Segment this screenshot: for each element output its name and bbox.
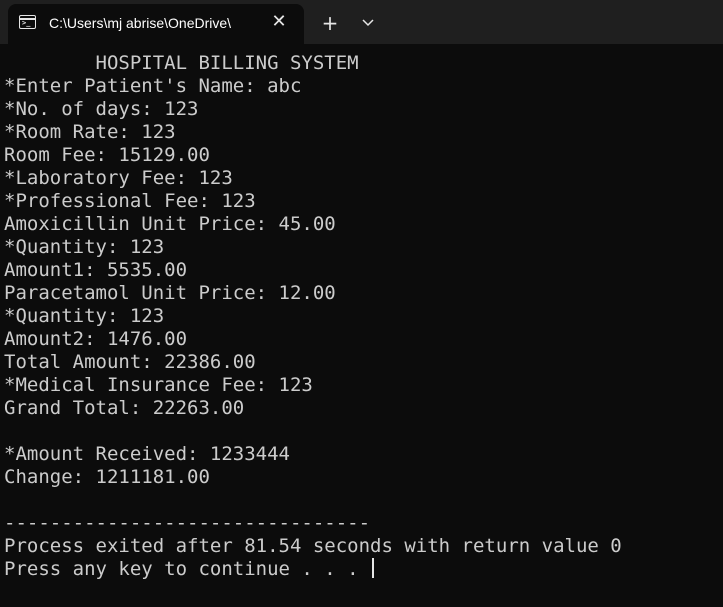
console-line: Paracetamol Unit Price: 12.00 (4, 282, 336, 304)
console-line: *Medical Insurance Fee: 123 (4, 374, 313, 396)
tab-title: C:\Users\mj abrise\OneDrive\ (49, 15, 232, 31)
console-line: Amoxicillin Unit Price: 45.00 (4, 213, 336, 235)
chevron-down-icon (362, 19, 374, 27)
console-line: *Room Rate: 123 (4, 121, 176, 143)
new-tab-button[interactable]: + (316, 10, 344, 36)
console-line: Amount1: 5535.00 (4, 259, 188, 281)
console-line: Process exited after 81.54 seconds with … (4, 535, 622, 557)
console-line: *Quantity: 123 (4, 305, 165, 327)
console-line: *Quantity: 123 (4, 236, 165, 258)
text-cursor (372, 558, 375, 578)
console-output[interactable]: HOSPITAL BILLING SYSTEM *Enter Patient's… (0, 52, 723, 607)
console-line: Change: 1211181.00 (4, 466, 210, 488)
terminal-tab[interactable]: >_ C:\Users\mj abrise\OneDrive\ ✕ (8, 4, 304, 44)
console-line: *No. of days: 123 (4, 98, 199, 120)
console-line-text: Press any key to continue . . . (4, 558, 371, 580)
console-line: *Enter Patient's Name: abc (4, 75, 302, 97)
console-prompt-glyph: >_ (22, 19, 31, 27)
console-line: -------------------------------- (4, 512, 371, 534)
tab-dropdown-button[interactable] (354, 10, 382, 36)
console-line: HOSPITAL BILLING SYSTEM (4, 52, 359, 74)
console-line: Room Fee: 15129.00 (4, 144, 210, 166)
console-line: Grand Total: 22263.00 (4, 397, 245, 419)
close-tab-icon[interactable]: ✕ (267, 10, 291, 34)
console-line: *Laboratory Fee: 123 (4, 167, 233, 189)
title-bar: >_ C:\Users\mj abrise\OneDrive\ ✕ + (0, 0, 723, 44)
console-line: *Professional Fee: 123 (4, 190, 256, 212)
console-prompt-line: Press any key to continue . . . (0, 558, 723, 581)
console-line: Total Amount: 22386.00 (4, 351, 256, 373)
console-icon: >_ (19, 15, 36, 29)
console-line: Amount2: 1476.00 (4, 328, 188, 350)
terminal-window: >_ C:\Users\mj abrise\OneDrive\ ✕ + HOSP… (0, 0, 723, 607)
console-line: *Amount Received: 1233444 (4, 443, 290, 465)
